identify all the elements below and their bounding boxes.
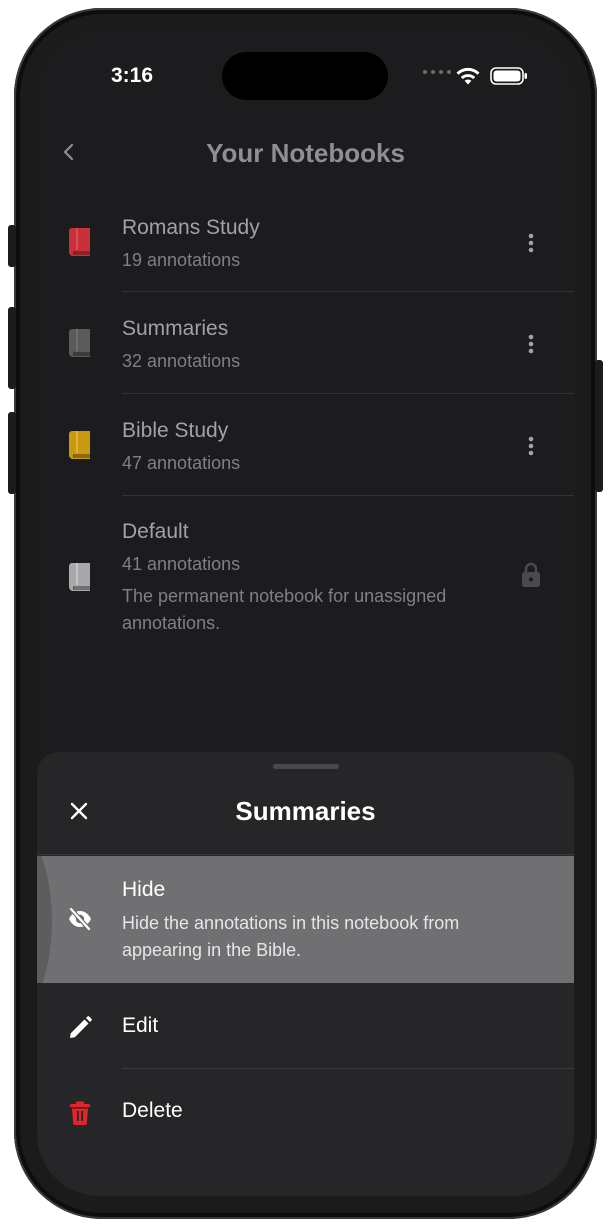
notebook-count: 32 annotations xyxy=(122,351,241,371)
divider xyxy=(122,1068,574,1069)
press-ripple xyxy=(37,856,52,983)
notebook-name: Romans Study xyxy=(122,216,260,239)
notebook-description: The permanent notebook for unassigned an… xyxy=(122,586,447,633)
divider xyxy=(37,854,574,855)
notebook-name: Bible Study xyxy=(122,419,229,442)
signal-dots-icon xyxy=(423,70,451,74)
action-label: Hide xyxy=(122,878,166,901)
notebook-item[interactable]: Romans Study 19 annotations xyxy=(37,202,574,294)
status-time: 3:16 xyxy=(111,64,154,87)
delete-action[interactable]: Delete xyxy=(37,1070,574,1155)
eye-off-icon xyxy=(68,906,92,932)
book-icon xyxy=(69,563,90,591)
divider xyxy=(122,393,574,394)
wifi-icon xyxy=(456,67,480,85)
power-button xyxy=(595,360,603,492)
action-label: Delete xyxy=(122,1099,183,1122)
battery-icon xyxy=(490,67,527,85)
pencil-icon xyxy=(70,1016,92,1038)
volume-down-button xyxy=(8,412,16,494)
notebook-count: 19 annotations xyxy=(122,250,241,270)
divider xyxy=(122,495,574,496)
hide-action[interactable]: Hide Hide the annotations in this notebo… xyxy=(37,856,574,983)
notebook-name: Summaries xyxy=(122,317,229,340)
book-icon xyxy=(69,228,90,256)
sheet-title: Summaries xyxy=(235,796,376,826)
lock-icon xyxy=(522,562,540,587)
action-label: Edit xyxy=(122,1014,159,1037)
more-vertical-icon[interactable] xyxy=(519,434,543,458)
action-description: Hide the annotations in this notebook fr… xyxy=(122,913,460,960)
notebook-item[interactable]: Bible Study 47 annotations xyxy=(37,405,574,497)
page-title: Your Notebooks xyxy=(206,138,405,168)
notebook-item[interactable]: Summaries 32 annotations xyxy=(37,303,574,395)
book-icon xyxy=(69,431,90,459)
book-icon xyxy=(69,329,90,357)
notebook-count: 47 annotations xyxy=(122,453,241,473)
more-vertical-icon[interactable] xyxy=(519,231,543,255)
edit-action[interactable]: Edit xyxy=(37,985,574,1070)
more-vertical-icon[interactable] xyxy=(519,332,543,356)
bottom-sheet: Summaries Hide Hide the annotations in t… xyxy=(37,752,574,1196)
screen: 3:16 Your Notebooks Romans Study 19 anno… xyxy=(37,32,574,1196)
dynamic-island xyxy=(222,52,388,100)
mute-switch xyxy=(8,225,16,267)
volume-up-button xyxy=(8,307,16,389)
trash-icon xyxy=(70,1101,90,1125)
notebook-count: 41 annotations xyxy=(122,554,241,574)
notebook-item[interactable]: Default 41 annotations The permanent not… xyxy=(37,507,574,647)
notebook-name: Default xyxy=(122,520,189,543)
sheet-drag-handle[interactable] xyxy=(273,764,339,769)
divider xyxy=(122,291,574,292)
